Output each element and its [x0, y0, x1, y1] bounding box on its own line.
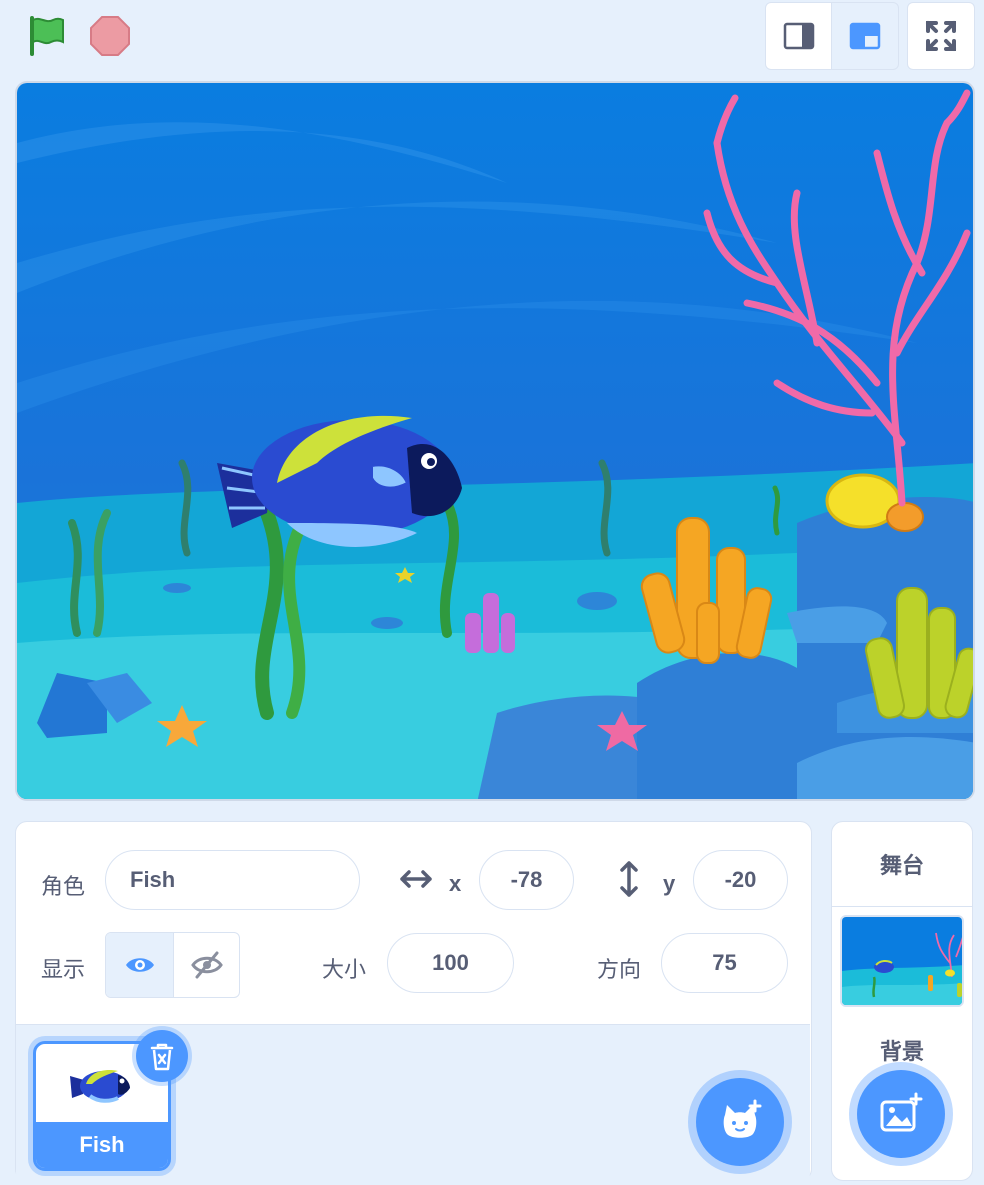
sprite-info-panel: 角色 Fish x -78 y -20 显示 大小 100 方向 75 Fish: [15, 821, 812, 1185]
delete-sprite-button[interactable]: [136, 1030, 188, 1082]
sprite-tile-name: Fish: [36, 1122, 168, 1168]
x-value: -78: [510, 867, 543, 892]
x-label: x: [449, 871, 462, 896]
fish-thumbnail: [70, 1070, 130, 1103]
direction-input[interactable]: 75: [661, 933, 788, 993]
sprite-label: 角色: [41, 874, 86, 899]
backdrops-label: 背景: [879, 1039, 924, 1064]
normal-stage-button[interactable]: [831, 2, 899, 70]
stop-icon: [90, 16, 130, 56]
backdrop-thumbnail-image: [842, 917, 962, 1005]
hide-button[interactable]: [174, 933, 239, 997]
eye-icon: [125, 958, 154, 972]
small-stage-icon: [783, 22, 815, 50]
size-value: 100: [432, 950, 469, 975]
show-label: 显示: [41, 957, 86, 982]
direction-label: 方向: [597, 957, 642, 982]
stage-panel-title: 舞台: [832, 822, 972, 907]
direction-value: 75: [712, 950, 737, 975]
fullscreen-button[interactable]: [907, 2, 975, 70]
trash-icon: [150, 1043, 174, 1071]
y-input[interactable]: -20: [693, 850, 788, 910]
show-button[interactable]: [106, 933, 174, 997]
stop-button[interactable]: [86, 12, 134, 60]
add-sprite-button[interactable]: [696, 1078, 784, 1166]
visibility-toggle: [105, 932, 240, 998]
y-arrows-icon: [617, 860, 641, 903]
green-flag-icon: [30, 16, 64, 56]
x-arrows-icon: [398, 865, 434, 898]
green-flag-button[interactable]: [20, 12, 72, 60]
eye-hidden-icon: [190, 951, 223, 979]
small-stage-button[interactable]: [765, 2, 833, 70]
add-sprite-cat-icon: [723, 1099, 762, 1138]
add-backdrop-button[interactable]: [857, 1070, 945, 1158]
y-value: -20: [724, 867, 757, 892]
sprite-name-input[interactable]: Fish: [105, 850, 360, 910]
fullscreen-icon: [926, 21, 956, 51]
size-input[interactable]: 100: [387, 933, 514, 993]
normal-stage-icon: [849, 22, 881, 50]
backdrop-thumbnail[interactable]: [840, 915, 964, 1007]
stage-selector-panel[interactable]: 舞台 背景: [831, 821, 973, 1181]
y-label: y: [663, 871, 676, 896]
stage-canvas[interactable]: [15, 81, 975, 801]
size-label: 大小: [322, 957, 367, 982]
sprite-name-value: Fish: [130, 867, 176, 892]
sprite-list: Fish: [16, 1024, 810, 1185]
underwater-backdrop: [17, 83, 973, 799]
add-backdrop-icon: [880, 1092, 923, 1132]
x-input[interactable]: -78: [479, 850, 574, 910]
